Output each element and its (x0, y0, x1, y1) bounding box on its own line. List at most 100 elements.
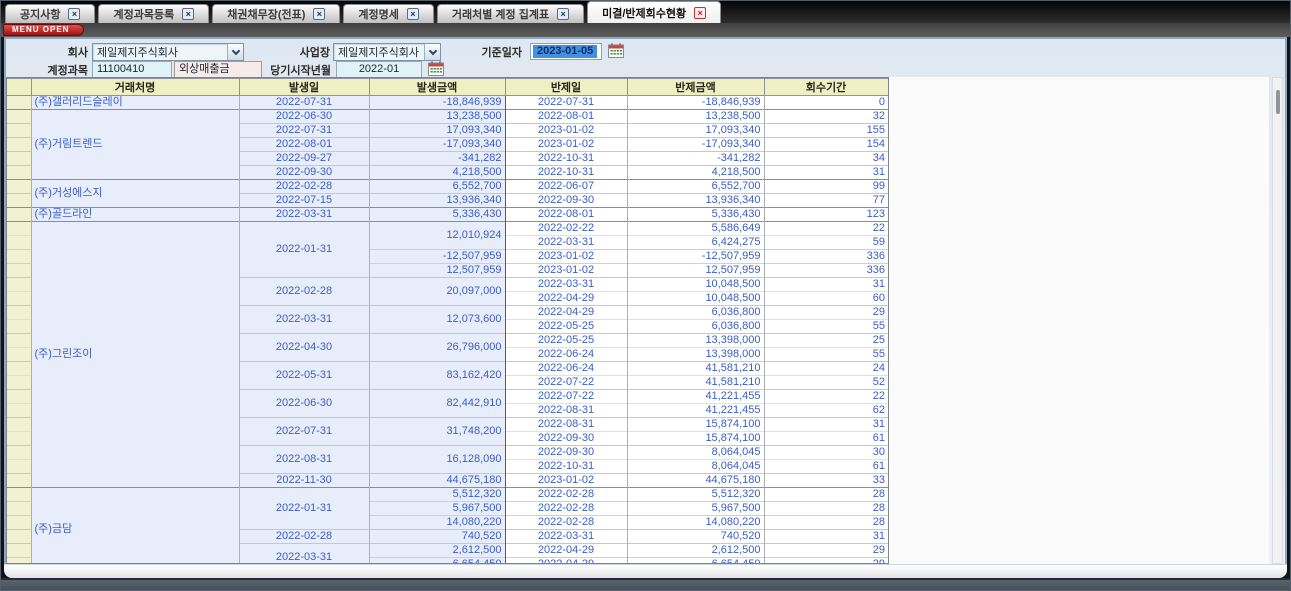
row-selector[interactable] (7, 138, 31, 152)
settlement-amount-cell[interactable]: 15,874,100 (627, 418, 764, 432)
row-selector[interactable] (7, 404, 31, 418)
collection-days-cell[interactable]: 30 (764, 446, 888, 460)
close-icon[interactable]: × (407, 8, 419, 20)
settlement-date-cell[interactable]: 2022-08-01 (505, 110, 627, 124)
customer-name-cell[interactable]: (주)갤러리드슬레이 (31, 96, 239, 110)
collection-days-cell[interactable]: 62 (764, 404, 888, 418)
collection-days-cell[interactable]: 77 (764, 194, 888, 208)
customer-name-cell[interactable]: (주)그린조이 (31, 222, 239, 488)
occurrence-date-cell[interactable]: 2022-06-30 (239, 110, 369, 124)
occurrence-amount-cell[interactable]: 82,442,910 (369, 390, 505, 418)
settlement-date-cell[interactable]: 2023-01-02 (505, 138, 627, 152)
company-select[interactable]: 제일제지주식회사 (92, 43, 244, 61)
settlement-amount-cell[interactable]: 6,036,800 (627, 306, 764, 320)
settlement-date-cell[interactable]: 2022-05-25 (505, 334, 627, 348)
row-selector[interactable] (7, 208, 31, 222)
occurrence-amount-cell[interactable]: 12,073,600 (369, 306, 505, 334)
settlement-date-cell[interactable]: 2022-10-31 (505, 166, 627, 180)
settlement-amount-cell[interactable]: 5,967,500 (627, 502, 764, 516)
row-selector[interactable] (7, 306, 31, 320)
tab-notice[interactable]: 공지사항 × (5, 4, 95, 23)
settlement-amount-cell[interactable]: -12,507,959 (627, 250, 764, 264)
settlement-amount-cell[interactable]: 12,507,959 (627, 264, 764, 278)
collection-days-cell[interactable]: 59 (764, 236, 888, 250)
settlement-date-cell[interactable]: 2022-09-30 (505, 432, 627, 446)
settlement-amount-cell[interactable]: 6,424,275 (627, 236, 764, 250)
tab-receivable-ledger[interactable]: 채권채무장(전표) × (212, 4, 340, 23)
collection-days-cell[interactable]: 61 (764, 432, 888, 446)
row-selector[interactable] (7, 222, 31, 236)
occurrence-date-cell[interactable]: 2022-06-30 (239, 390, 369, 418)
collection-days-cell[interactable]: 61 (764, 460, 888, 474)
collection-days-cell[interactable]: 28 (764, 488, 888, 502)
settlement-amount-cell[interactable]: -341,282 (627, 152, 764, 166)
collection-days-cell[interactable]: 123 (764, 208, 888, 222)
settlement-amount-cell[interactable]: 8,064,045 (627, 460, 764, 474)
occurrence-date-cell[interactable]: 2022-02-28 (239, 278, 369, 306)
customer-name-cell[interactable]: (주)거림트렌드 (31, 110, 239, 180)
occurrence-amount-cell[interactable]: 31,748,200 (369, 418, 505, 446)
collection-days-cell[interactable]: 22 (764, 222, 888, 236)
occurrence-amount-cell[interactable]: 740,520 (369, 530, 505, 544)
occurrence-date-cell[interactable]: 2022-03-31 (239, 544, 369, 565)
settlement-date-cell[interactable]: 2022-10-31 (505, 152, 627, 166)
settlement-amount-cell[interactable]: 5,512,320 (627, 488, 764, 502)
settlement-date-cell[interactable]: 2022-08-31 (505, 418, 627, 432)
occurrence-date-cell[interactable]: 2022-09-27 (239, 152, 369, 166)
collection-days-cell[interactable]: 52 (764, 376, 888, 390)
horizontal-scrollbar[interactable] (4, 564, 1287, 578)
row-selector[interactable] (7, 390, 31, 404)
settlement-date-cell[interactable]: 2022-03-31 (505, 278, 627, 292)
customer-name-cell[interactable]: (주)거성에스지 (31, 180, 239, 208)
occurrence-date-cell[interactable]: 2022-01-31 (239, 222, 369, 278)
settlement-amount-cell[interactable]: 4,218,500 (627, 166, 764, 180)
menu-open-button[interactable]: MENU OPEN (3, 24, 84, 36)
row-selector[interactable] (7, 110, 31, 124)
occurrence-amount-cell[interactable]: 16,128,090 (369, 446, 505, 474)
settlement-date-cell[interactable]: 2023-01-02 (505, 474, 627, 488)
row-selector[interactable] (7, 250, 31, 264)
occurrence-amount-cell[interactable]: 13,238,500 (369, 110, 505, 124)
settlement-date-cell[interactable]: 2023-01-02 (505, 264, 627, 278)
row-selector[interactable] (7, 502, 31, 516)
occurrence-amount-cell[interactable]: 17,093,340 (369, 124, 505, 138)
row-selector[interactable] (7, 166, 31, 180)
row-selector[interactable] (7, 418, 31, 432)
row-selector[interactable] (7, 278, 31, 292)
vertical-scrollbar-thumb[interactable] (1276, 90, 1280, 114)
settlement-date-cell[interactable]: 2022-07-22 (505, 376, 627, 390)
settlement-amount-cell[interactable]: 41,581,210 (627, 362, 764, 376)
settlement-amount-cell[interactable]: 5,336,430 (627, 208, 764, 222)
settlement-amount-cell[interactable]: 13,398,000 (627, 348, 764, 362)
row-selector[interactable] (7, 544, 31, 558)
close-icon[interactable]: × (182, 8, 194, 20)
settlement-amount-cell[interactable]: 41,581,210 (627, 376, 764, 390)
settlement-amount-cell[interactable]: 14,080,220 (627, 516, 764, 530)
occurrence-amount-cell[interactable]: -341,282 (369, 152, 505, 166)
row-selector[interactable] (7, 96, 31, 110)
occurrence-date-cell[interactable]: 2022-07-31 (239, 96, 369, 110)
settlement-date-cell[interactable]: 2022-07-22 (505, 390, 627, 404)
collection-days-cell[interactable]: 31 (764, 418, 888, 432)
settlement-date-cell[interactable]: 2022-08-31 (505, 404, 627, 418)
period-input[interactable]: 2022-01 (336, 61, 422, 78)
occurrence-date-cell[interactable]: 2022-02-28 (239, 180, 369, 194)
occurrence-date-cell[interactable]: 2022-04-30 (239, 334, 369, 362)
settlement-amount-cell[interactable]: 6,552,700 (627, 180, 764, 194)
row-selector[interactable] (7, 180, 31, 194)
collection-days-cell[interactable]: 99 (764, 180, 888, 194)
calendar-icon[interactable] (607, 43, 624, 59)
occurrence-amount-cell[interactable]: -17,093,340 (369, 138, 505, 152)
occurrence-date-cell[interactable]: 2022-07-31 (239, 124, 369, 138)
collection-days-cell[interactable]: 31 (764, 278, 888, 292)
occurrence-date-cell[interactable]: 2022-07-15 (239, 194, 369, 208)
settlement-amount-cell[interactable]: 10,048,500 (627, 292, 764, 306)
occurrence-amount-cell[interactable]: 5,512,320 (369, 488, 505, 502)
settlement-date-cell[interactable]: 2022-04-29 (505, 544, 627, 558)
settlement-date-cell[interactable]: 2022-08-01 (505, 208, 627, 222)
occurrence-amount-cell[interactable]: 83,162,420 (369, 362, 505, 390)
occurrence-amount-cell[interactable]: 20,097,000 (369, 278, 505, 306)
tab-account-detail[interactable]: 계정명세 × (343, 4, 433, 23)
row-selector[interactable] (7, 376, 31, 390)
close-icon[interactable]: × (68, 8, 80, 20)
